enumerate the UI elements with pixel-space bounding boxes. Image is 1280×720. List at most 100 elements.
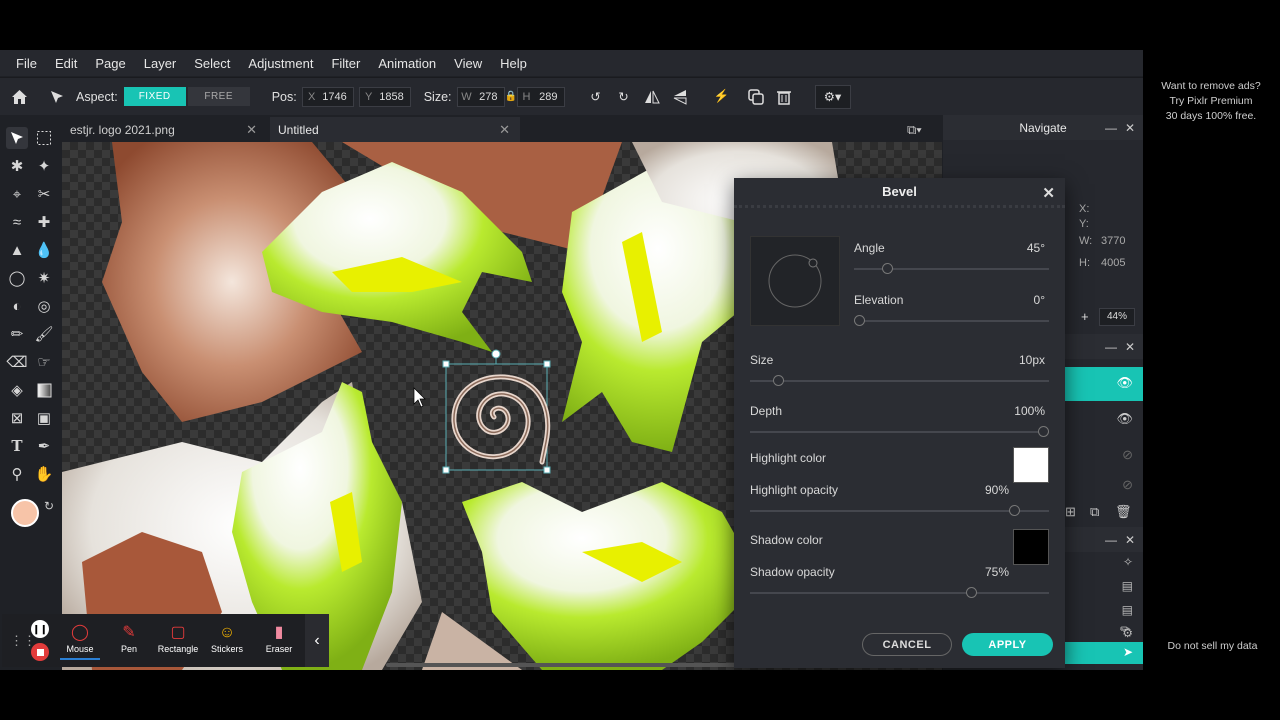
rotate-handle[interactable] — [491, 349, 501, 359]
lock-icon[interactable]: 🔒 — [505, 91, 517, 102]
resize-handle[interactable] — [442, 360, 450, 368]
rotate-right-icon[interactable]: ↻ — [611, 84, 637, 110]
flip-vertical-icon[interactable] — [667, 84, 693, 110]
arrange-tool-icon[interactable] — [6, 127, 28, 149]
pos-x-field[interactable]: X 1746 — [301, 86, 354, 107]
resize-handle[interactable] — [543, 466, 551, 474]
highlight-opacity-slider[interactable] — [750, 510, 1049, 512]
size-w-field[interactable]: W 278 — [456, 86, 505, 107]
crop-tool-icon[interactable]: ⌖ — [6, 183, 28, 205]
history-page-icon[interactable]: ▤ — [1122, 603, 1133, 617]
do-not-sell-link[interactable]: Do not sell my data — [1150, 639, 1275, 654]
resize-handle[interactable] — [543, 360, 551, 368]
recorder-stickers-tool[interactable]: ☺ Stickers — [202, 622, 252, 654]
marquee-tool-icon[interactable] — [33, 127, 55, 149]
blur-drop-icon[interactable]: 💧 — [33, 239, 55, 261]
gradient-tool-icon[interactable] — [33, 379, 55, 401]
history-pen-icon[interactable]: ✏ — [1120, 622, 1130, 636]
size-slider[interactable] — [750, 380, 1049, 382]
recorder-rectangle-tool[interactable]: ▢ Rectangle — [153, 622, 203, 654]
menu-layer[interactable]: Layer — [144, 56, 177, 71]
menu-adjustment[interactable]: Adjustment — [248, 56, 313, 71]
angle-dial[interactable] — [750, 236, 840, 326]
duplicate-icon[interactable] — [743, 84, 769, 110]
eye-icon[interactable]: 👁 — [1116, 411, 1133, 427]
menu-page[interactable]: Page — [95, 56, 125, 71]
shadow-color-swatch[interactable] — [1013, 529, 1049, 565]
elevation-slider[interactable] — [854, 320, 1049, 322]
resize-handle[interactable] — [442, 466, 450, 474]
menu-help[interactable]: Help — [500, 56, 527, 71]
shadow-opacity-slider[interactable] — [750, 592, 1049, 594]
heal-tool-icon[interactable]: ✚ — [33, 211, 55, 233]
history-page-icon[interactable]: ▤ — [1122, 579, 1133, 593]
recorder-mouse-tool[interactable]: ◯ Mouse — [55, 622, 105, 660]
auto-adjust-icon[interactable]: ⚡ — [709, 84, 735, 110]
menu-edit[interactable]: Edit — [55, 56, 77, 71]
dodge-burn-icon[interactable]: ◐ — [6, 295, 28, 317]
duplicate-layer-icon[interactable]: ⧉ — [1090, 504, 1099, 520]
draw-pen-icon[interactable]: ✏ — [6, 323, 28, 345]
pos-y-field[interactable]: Y 1858 — [358, 86, 411, 107]
brush-tool-icon[interactable]: 🖌 — [33, 323, 55, 345]
eraser-tool-icon[interactable]: ⌫ — [6, 351, 28, 373]
clone-stamp-icon[interactable]: ▲ — [6, 239, 28, 261]
minimize-icon[interactable]: — — [1105, 121, 1117, 135]
history-selected-row[interactable]: ➤ — [1063, 642, 1143, 664]
sticker-tool-icon[interactable]: ▣ — [33, 407, 55, 429]
shadow-opacity-slider-knob[interactable] — [966, 587, 977, 598]
tab-untitled-document[interactable]: Untitled ✕ — [270, 117, 520, 143]
aspect-fixed-button[interactable]: FIXED — [123, 87, 186, 106]
menu-file[interactable]: File — [16, 56, 37, 71]
close-icon[interactable]: ✕ — [1125, 121, 1135, 135]
depth-slider[interactable] — [750, 431, 1049, 433]
eye-hidden-icon[interactable]: ⊘ — [1122, 447, 1133, 463]
horizontal-scrollbar[interactable] — [386, 663, 746, 667]
close-tab-icon[interactable]: ✕ — [246, 122, 257, 138]
close-icon[interactable]: ✕ — [1125, 340, 1135, 354]
menu-animation[interactable]: Animation — [378, 56, 436, 71]
primary-color-swatch[interactable] — [11, 499, 39, 527]
window-arrange-icon[interactable]: ⧉▾ — [907, 122, 922, 138]
zoom-tool-icon[interactable]: ⚲ — [6, 463, 28, 485]
cutout-scissors-icon[interactable]: ✂ — [33, 183, 55, 205]
tab-logo-document[interactable]: estjr. logo 2021.png ✕ — [62, 117, 267, 143]
trash-icon[interactable] — [771, 84, 797, 110]
settings-gear-icon[interactable]: ⚙▾ — [814, 84, 851, 109]
shape-tool-icon[interactable]: ⊠ — [6, 407, 28, 429]
menu-filter[interactable]: Filter — [331, 56, 360, 71]
fill-bucket-icon[interactable]: ◈ — [6, 379, 28, 401]
stop-record-button[interactable] — [31, 643, 49, 661]
close-tab-icon[interactable]: ✕ — [499, 122, 510, 138]
liquify-tool-icon[interactable]: ≈ — [6, 211, 28, 233]
color-picker-icon[interactable]: ✒ — [33, 435, 55, 457]
magic-wand-icon[interactable]: ✦ — [33, 155, 55, 177]
sharpen-tool-icon[interactable]: ◎ — [33, 295, 55, 317]
menu-select[interactable]: Select — [194, 56, 230, 71]
flip-horizontal-icon[interactable] — [639, 84, 665, 110]
aspect-free-button[interactable]: FREE — [187, 87, 250, 106]
highlight-opacity-slider-knob[interactable] — [1009, 505, 1021, 516]
apply-button[interactable]: APPLY — [962, 633, 1053, 656]
zoom-field[interactable]: 44% — [1099, 308, 1135, 326]
arrange-tool-icon[interactable] — [44, 84, 70, 110]
pause-button[interactable]: ❙❙ — [31, 620, 49, 638]
sponge-tool-icon[interactable]: ◯ — [6, 267, 28, 289]
color-replace-icon[interactable]: ✷ — [33, 267, 55, 289]
cancel-button[interactable]: CANCEL — [862, 633, 952, 656]
rotate-left-icon[interactable]: ↺ — [583, 84, 609, 110]
lasso-tool-icon[interactable]: ✱ — [6, 155, 28, 177]
collapse-chevron-icon[interactable]: ‹ — [305, 614, 329, 667]
smudge-tool-icon[interactable]: ☞ — [33, 351, 55, 373]
text-tool-icon[interactable]: T — [6, 435, 28, 457]
close-dialog-icon[interactable]: ✕ — [1042, 184, 1055, 202]
menu-view[interactable]: View — [454, 56, 482, 71]
depth-slider-knob[interactable] — [1038, 426, 1049, 437]
swap-colors-icon[interactable]: ↻ — [44, 499, 54, 513]
size-slider-knob[interactable] — [773, 375, 785, 386]
add-layer-icon[interactable]: ⊞ — [1065, 504, 1076, 520]
minimize-icon[interactable]: — — [1105, 340, 1117, 354]
elevation-slider-knob[interactable] — [854, 315, 865, 326]
recorder-pen-tool[interactable]: ✎ Pen — [104, 622, 154, 654]
hand-tool-icon[interactable]: ✋ — [33, 463, 55, 485]
